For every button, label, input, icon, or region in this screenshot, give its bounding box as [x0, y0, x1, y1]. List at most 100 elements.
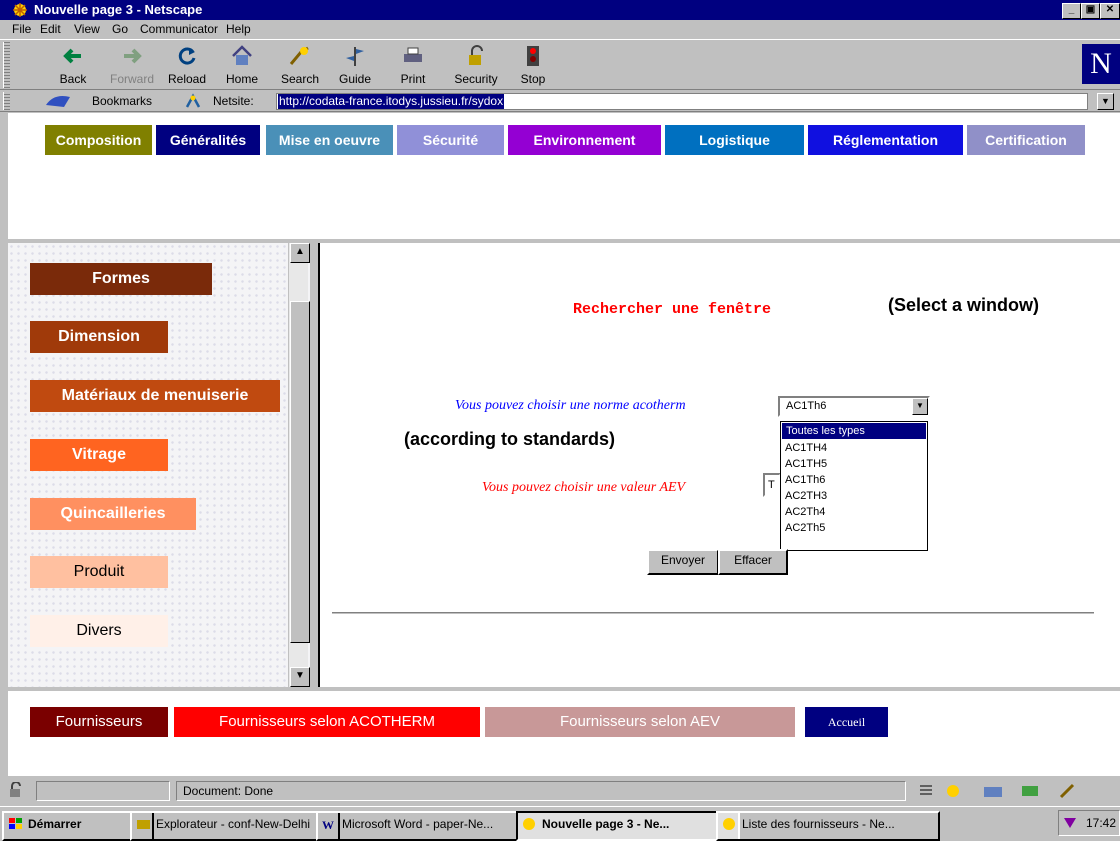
left-frame-scrollbar[interactable]: ▲ ▼	[288, 243, 310, 687]
netscape-logo[interactable]: N	[1082, 44, 1120, 84]
security-button[interactable]: Security	[446, 42, 506, 89]
bookmarks-menu[interactable]: Bookmarks	[92, 94, 152, 108]
nav-composition[interactable]: Composition	[45, 125, 152, 155]
nav-environnement[interactable]: Environnement	[508, 125, 661, 155]
search-label: Search	[280, 72, 320, 86]
clock: 17:42	[1086, 816, 1117, 830]
netscape-task-icon-2	[723, 818, 735, 830]
menu-vitrage[interactable]: Vitrage	[30, 439, 168, 471]
fournisseurs-acotherm-button[interactable]: Fournisseurs selon ACOTHERM	[174, 707, 480, 737]
menu-produit[interactable]: Produit	[30, 556, 168, 588]
nav-certification[interactable]: Certification	[967, 125, 1085, 155]
maximize-button[interactable]: ▣	[1081, 3, 1100, 19]
scroll-up-button[interactable]: ▲	[290, 243, 310, 263]
nav-mise-en-oeuvre[interactable]: Mise en oeuvre	[266, 125, 393, 155]
guide-icon	[346, 47, 364, 66]
mail-icon[interactable]	[982, 783, 1004, 799]
acotherm-select[interactable]: AC1Th6 ▼	[778, 396, 930, 417]
forward-button[interactable]: Forward	[105, 42, 159, 89]
search-icon	[289, 46, 309, 65]
task-liste-fournisseurs-label: Liste des fournisseurs - Ne...	[742, 817, 895, 831]
window-title: Nouvelle page 3 - Netscape	[34, 2, 203, 17]
frame-divider-vertical[interactable]	[310, 243, 320, 687]
aev-label: Vous pouvez choisir une valeur AEV	[482, 480, 686, 495]
task-liste-fournisseurs[interactable]: Liste des fournisseurs - Ne...	[716, 811, 940, 841]
option-ac2th3[interactable]: AC2TH3	[781, 488, 927, 504]
svg-text:W: W	[322, 818, 334, 831]
nav-generalites[interactable]: Généralités	[156, 125, 260, 155]
url-input[interactable]: http://codata-france.itodys.jussieu.fr/s…	[276, 93, 1088, 110]
status-text: Document: Done	[176, 781, 906, 801]
navigator-icon[interactable]	[944, 782, 962, 800]
menu-help[interactable]: Help	[226, 22, 251, 36]
bottom-nav-frame: Fournisseurs Fournisseurs selon ACOTHERM…	[8, 691, 1120, 776]
search-button[interactable]: Search	[273, 42, 327, 89]
location-grip[interactable]	[3, 92, 10, 110]
option-ac1th6[interactable]: AC1Th6	[781, 472, 927, 488]
option-ac1th4[interactable]: AC1TH4	[781, 440, 927, 456]
back-label: Back	[59, 72, 87, 86]
component-bar	[916, 782, 1116, 800]
tray-app-icon[interactable]	[1062, 816, 1078, 830]
menu-quincailleries[interactable]: Quincailleries	[30, 498, 196, 530]
print-button[interactable]: Print	[386, 42, 440, 89]
menu-materiaux[interactable]: Matériaux de menuiserie	[30, 380, 280, 412]
reload-button[interactable]: Reload	[160, 42, 214, 89]
toolbar-grip[interactable]	[3, 42, 10, 88]
nav-securite[interactable]: Sécurité	[397, 125, 504, 155]
scroll-down-button[interactable]: ▼	[290, 667, 310, 687]
menu-view[interactable]: View	[74, 22, 100, 36]
aev-select[interactable]: T	[763, 473, 781, 497]
composer-icon[interactable]	[1058, 782, 1078, 800]
minimize-button[interactable]: _	[1062, 3, 1081, 19]
print-label: Print	[400, 72, 426, 86]
task-explorateur[interactable]: Explorateur - conf-New-Delhi	[130, 811, 340, 841]
menu-communicator[interactable]: Communicator	[140, 22, 218, 36]
page-proxy-icon[interactable]	[184, 93, 202, 109]
back-button[interactable]: Back	[46, 42, 100, 89]
url-dropdown-button[interactable]: ▼	[1097, 93, 1114, 110]
option-toutes[interactable]: Toutes les types	[781, 422, 927, 440]
task-word-label: Microsoft Word - paper-Ne...	[342, 817, 494, 831]
task-word[interactable]: W Microsoft Word - paper-Ne...	[316, 811, 540, 841]
page-heading: Rechercher une fenêtre	[573, 301, 772, 318]
security-lock-icon[interactable]	[6, 782, 26, 798]
accueil-button[interactable]: Accueil	[805, 707, 888, 737]
effacer-button[interactable]: Effacer	[718, 549, 788, 575]
fournisseurs-button[interactable]: Fournisseurs	[30, 707, 168, 737]
task-nouvelle-page[interactable]: Nouvelle page 3 - Ne...	[516, 811, 740, 841]
home-icon	[232, 45, 252, 65]
home-button[interactable]: Home	[215, 42, 269, 89]
nav-reglementation[interactable]: Réglementation	[808, 125, 963, 155]
netscape-app-icon	[13, 3, 27, 17]
menu-dimension[interactable]: Dimension	[30, 321, 168, 353]
fournisseurs-aev-button[interactable]: Fournisseurs selon AEV	[485, 707, 795, 737]
nav-logistique[interactable]: Logistique	[665, 125, 804, 155]
printer-icon	[404, 47, 422, 62]
grid-icon[interactable]	[918, 783, 934, 799]
stop-icon	[527, 46, 539, 66]
start-label: Démarrer	[28, 817, 82, 831]
option-ac1th5[interactable]: AC1TH5	[781, 456, 927, 472]
menu-file[interactable]: File	[12, 22, 31, 36]
title-bar: Nouvelle page 3 - Netscape _ ▣ ✕	[0, 0, 1120, 20]
home-label: Home	[225, 72, 258, 86]
chevron-down-icon[interactable]: ▼	[912, 398, 928, 415]
url-text: http://codata-france.itodys.jussieu.fr/s…	[278, 94, 505, 109]
option-ac2th5[interactable]: AC2Th5	[781, 520, 927, 536]
stop-button[interactable]: Stop	[506, 42, 560, 89]
task-nouvelle-page-label: Nouvelle page 3 - Ne...	[542, 817, 670, 831]
close-button[interactable]: ✕	[1100, 3, 1120, 19]
option-ac2th4[interactable]: AC2Th4	[781, 504, 927, 520]
heading-annotation: (Select a window)	[888, 295, 1040, 315]
scroll-thumb[interactable]	[290, 301, 310, 643]
guide-button[interactable]: Guide	[328, 42, 382, 89]
menu-formes[interactable]: Formes	[30, 263, 212, 295]
discussion-icon[interactable]	[1020, 783, 1040, 799]
reload-label: Reload	[167, 72, 207, 86]
envoyer-button[interactable]: Envoyer	[647, 549, 719, 575]
menu-edit[interactable]: Edit	[40, 22, 61, 36]
menu-go[interactable]: Go	[112, 22, 128, 36]
menu-divers[interactable]: Divers	[30, 615, 168, 647]
guide-label: Guide	[338, 72, 372, 86]
